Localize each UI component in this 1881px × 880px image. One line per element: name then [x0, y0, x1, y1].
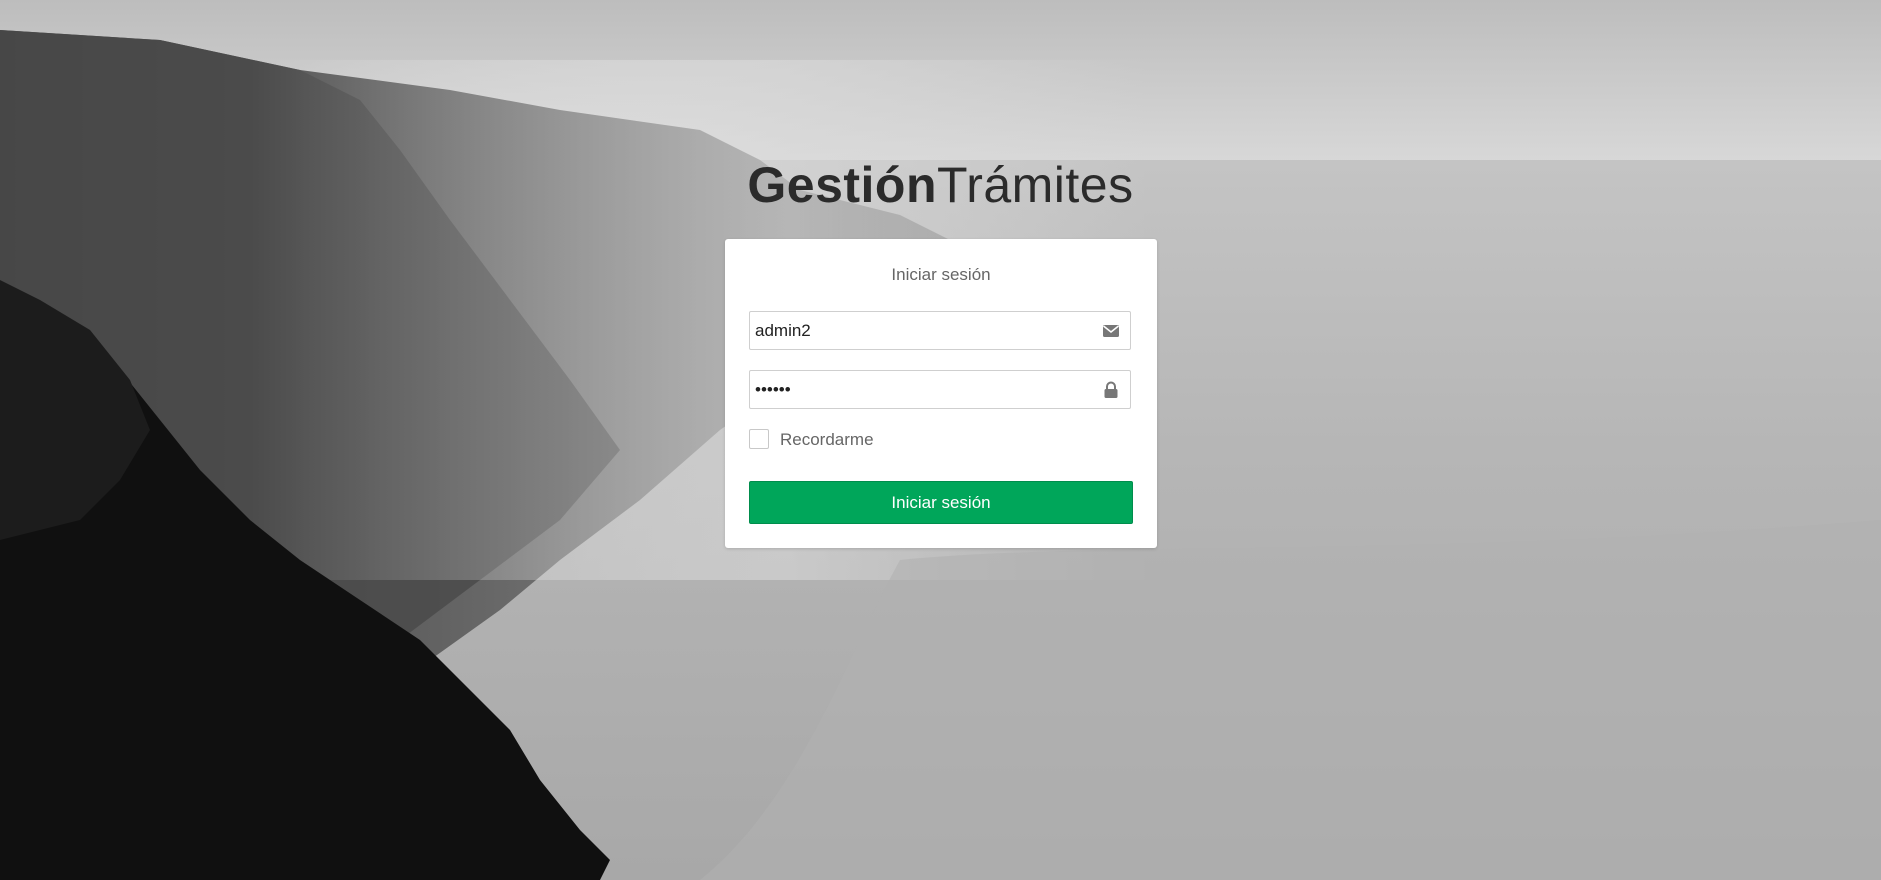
envelope-icon	[1102, 322, 1120, 340]
username-field[interactable]	[749, 311, 1131, 350]
app-logo: GestiónTrámites	[0, 154, 1881, 216]
password-input[interactable]	[755, 371, 1085, 408]
login-title: Iniciar sesión	[891, 265, 991, 284]
remember-label: Recordarme	[780, 430, 874, 449]
login-panel: Iniciar sesión Recordarme Iniciar sesión	[725, 239, 1157, 548]
password-field[interactable]	[749, 370, 1131, 409]
brand-light: Trámites	[937, 157, 1134, 213]
lock-icon	[1102, 381, 1120, 399]
username-input[interactable]	[755, 312, 1085, 349]
brand-bold: Gestión	[747, 157, 938, 213]
login-button[interactable]: Iniciar sesión	[749, 481, 1133, 524]
remember-checkbox[interactable]	[749, 429, 769, 449]
